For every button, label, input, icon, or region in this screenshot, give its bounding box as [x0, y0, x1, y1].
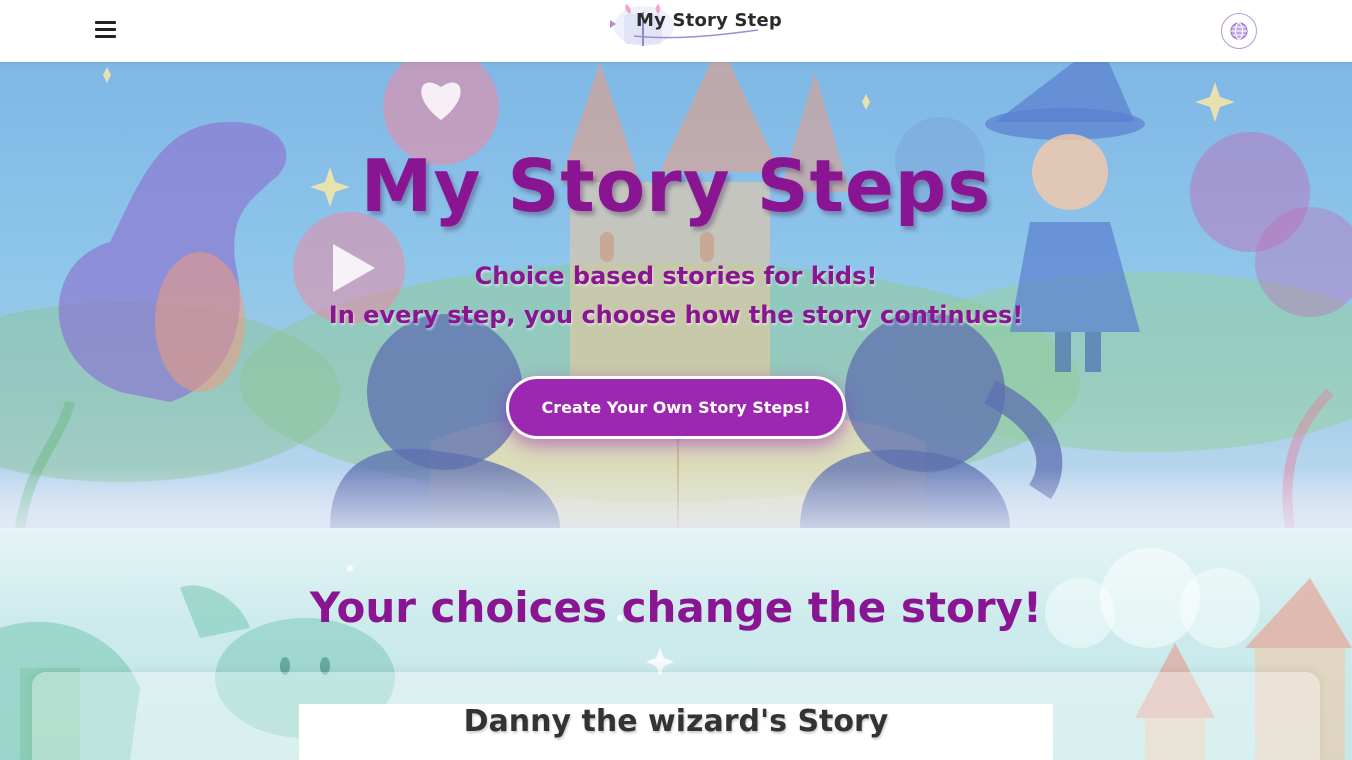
story-card: Danny the wizard's Story [299, 704, 1053, 760]
hero-banner: My Story Steps Choice based stories for … [0, 62, 1352, 528]
site-logo[interactable]: My Story Step [604, 0, 784, 52]
hamburger-menu-icon[interactable] [94, 19, 118, 41]
story-title: Danny the wizard's Story [463, 704, 889, 739]
top-navbar: My Story Step [0, 0, 1352, 62]
hero-subtitle-line1: Choice based stories for kids! [474, 262, 878, 290]
hero-title: My Story Steps [360, 144, 992, 228]
hero-bottom-fade [0, 468, 1352, 528]
create-story-button[interactable]: Create Your Own Story Steps! [506, 376, 846, 439]
globe-icon [1230, 22, 1248, 40]
language-button[interactable] [1221, 13, 1257, 49]
choices-section: Your choices change the story! Danny the… [0, 528, 1352, 760]
hero-illustration [0, 62, 1352, 528]
section-title: Your choices change the story! [309, 583, 1043, 632]
logo-text: My Story Step [636, 10, 782, 31]
hero-subtitle-line2: In every step, you choose how the story … [328, 301, 1024, 329]
